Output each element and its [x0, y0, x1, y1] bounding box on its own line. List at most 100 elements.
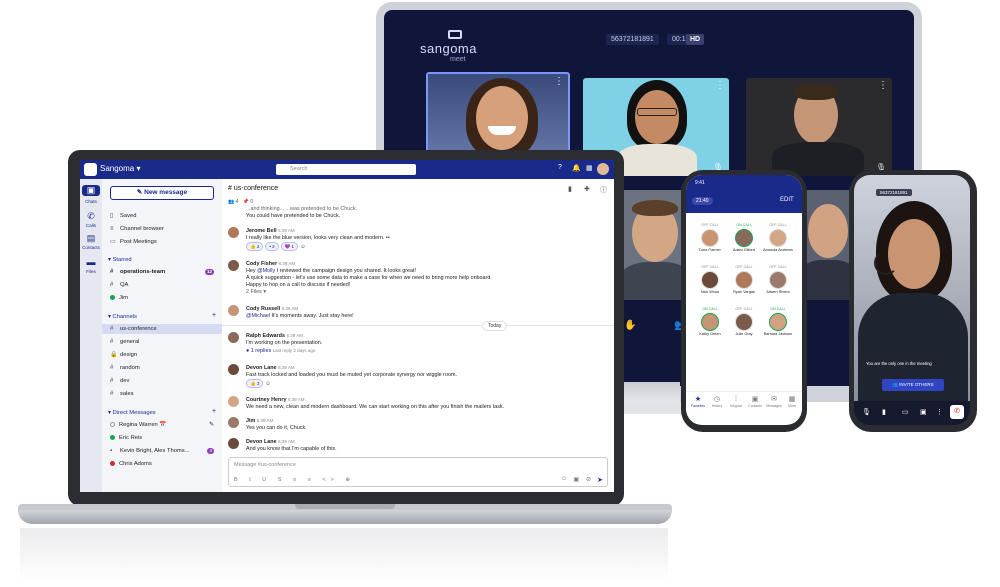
avatar[interactable]: [228, 332, 239, 343]
info-icon[interactable]: ⓘ: [600, 185, 607, 195]
avatar[interactable]: [228, 260, 239, 271]
avatar[interactable]: [597, 163, 609, 175]
mention[interactable]: @Molly: [257, 268, 275, 274]
reaction[interactable]: 👍 3: [246, 379, 264, 388]
tile-more-icon[interactable]: ⋮: [878, 80, 888, 91]
avatar[interactable]: [228, 417, 239, 428]
send-icon[interactable]: ➤: [597, 476, 603, 484]
section-starred[interactable]: ▾ Starred: [108, 255, 132, 265]
sidebar-item-post-meetings[interactable]: ▭ Post Meetings: [110, 237, 218, 247]
call-timer-chip[interactable]: 21:40: [692, 197, 713, 205]
avatar[interactable]: [228, 227, 239, 238]
screen-share-icon[interactable]: ▣: [920, 408, 927, 416]
contact-card[interactable]: ON CALL Barbara Jackson: [763, 307, 793, 336]
add-member-icon[interactable]: ✚: [584, 185, 590, 193]
edit-button[interactable]: EDIT: [780, 197, 794, 203]
sidebar-item-general[interactable]: # general: [110, 337, 218, 347]
sidebar-item-qa[interactable]: # QA: [110, 280, 218, 290]
tab-more[interactable]: ▦ More: [782, 395, 802, 408]
sidebar-item-channel-browser[interactable]: ≡ Channel browser: [110, 224, 218, 234]
contact-card[interactable]: ON CALL Adam Gilbert: [729, 223, 759, 252]
author-name[interactable]: Jerome Bell: [246, 228, 277, 234]
contact-card[interactable]: OFF CALL Amanda Andrews: [763, 223, 793, 252]
help-icon[interactable]: ?: [558, 164, 562, 171]
reaction[interactable]: 💜 1: [280, 242, 299, 251]
contact-card[interactable]: OFF CALL Nick Wood: [695, 265, 725, 294]
contact-card[interactable]: OFF CALL Julie Gray: [729, 307, 759, 336]
sidebar-item-chris-adoms[interactable]: Chris Adoms: [110, 459, 218, 469]
tab-messages[interactable]: ✉ Messages: [764, 395, 784, 408]
message-composer[interactable]: Message #us-conference B I U S ≡ ≡ <> ⊕ …: [228, 457, 608, 487]
avatar[interactable]: [228, 305, 239, 316]
sidebar-item-sales[interactable]: # sales: [110, 389, 218, 399]
author-name[interactable]: Devon Lane: [246, 365, 277, 371]
author-name[interactable]: Cody Fisher: [246, 261, 277, 267]
chat-icon[interactable]: ▭: [902, 408, 909, 416]
sidebar-item-jim[interactable]: Jim: [110, 293, 218, 303]
rail-item-calls[interactable]: ✆: [82, 211, 100, 222]
apps-icon[interactable]: ▦: [586, 164, 593, 172]
bell-icon[interactable]: 🔔: [572, 164, 581, 172]
sidebar-item-saved[interactable]: ▯ Saved: [110, 211, 218, 221]
tab-history[interactable]: ◷ History: [707, 395, 727, 408]
members-icon[interactable]: 👥: [228, 199, 234, 205]
new-message-button[interactable]: ✎ New message: [110, 186, 214, 200]
add-channel-icon[interactable]: +: [212, 312, 216, 319]
workspace-switcher[interactable]: Sangoma ▾: [100, 164, 141, 173]
author-name[interactable]: Devon Lane: [246, 439, 277, 445]
rail-item-contacts[interactable]: ▤: [82, 233, 100, 244]
sidebar-item-dev[interactable]: # dev: [110, 376, 218, 386]
end-call-button[interactable]: ✆: [950, 405, 964, 419]
gif-icon[interactable]: ▣: [573, 476, 579, 483]
section-channels[interactable]: ▾ Channels: [108, 312, 137, 322]
tile-more-icon[interactable]: ⋮: [715, 80, 725, 91]
section-direct-messages[interactable]: ▾ Direct Messages: [108, 408, 156, 418]
tab-keypad[interactable]: ⁞ Keypad: [726, 395, 746, 408]
tab-favorites[interactable]: ★ Favorites: [688, 395, 708, 408]
mention[interactable]: @Michael: [246, 313, 270, 319]
hand-raise-icon[interactable]: ✋: [624, 320, 636, 331]
edit-icon[interactable]: ✎: [209, 420, 214, 430]
sidebar-item-kevin-bright-group[interactable]: ▪ Kevin Bright, Alex Thoms... 3: [110, 446, 218, 456]
author-name[interactable]: Courtney Henry: [246, 397, 286, 403]
contact-card[interactable]: OFF CALL Ryan Vargas: [729, 265, 759, 294]
avatar[interactable]: [228, 438, 239, 449]
tab-contacts[interactable]: ▣ Contacts: [745, 395, 765, 408]
add-dm-icon[interactable]: +: [212, 408, 216, 415]
reaction[interactable]: 👍 2: [246, 242, 264, 251]
sidebar-item-eric-reis[interactable]: Eric Reis: [110, 433, 218, 443]
invite-others-button[interactable]: 👥 INVITE OTHERS: [882, 379, 944, 391]
add-reaction-icon[interactable]: ☺: [300, 244, 306, 250]
sidebar-item-operations-team[interactable]: # operations-team 12: [110, 267, 218, 277]
reaction[interactable]: • 2: [265, 242, 279, 251]
video-call-icon[interactable]: ▮: [568, 185, 572, 193]
search-input[interactable]: Search: [276, 164, 416, 175]
avatar[interactable]: [228, 364, 239, 375]
author-name[interactable]: Jim: [246, 418, 255, 424]
emoji-icon[interactable]: ☺: [561, 476, 567, 482]
contact-card[interactable]: OFF CALL Dora Parmer: [695, 223, 725, 252]
contact-card[interactable]: OFF CALL Allwen Rivera: [763, 265, 793, 294]
mic-icon[interactable]: 🎙: [862, 408, 871, 416]
more-icon[interactable]: ⋮: [936, 408, 943, 416]
rail-item-files[interactable]: ▬: [82, 257, 100, 268]
pin-icon[interactable]: 📌: [243, 199, 249, 205]
sidebar-item-regina-warren[interactable]: Regina Warren 📅 ✎: [110, 420, 218, 430]
thread-replies[interactable]: ● 1 replies: [246, 348, 271, 354]
sidebar-item-design[interactable]: 🔒 design: [110, 350, 218, 360]
formatting-toolbar[interactable]: B I U S ≡ ≡ <> ⊕: [234, 477, 355, 483]
file-attachments[interactable]: 2 Files: [246, 289, 262, 295]
add-reaction-icon[interactable]: ☺: [265, 381, 271, 387]
attach-icon[interactable]: ⊘: [586, 476, 591, 483]
sidebar-item-us-conference[interactable]: # us-conference: [102, 324, 222, 334]
tile-more-icon[interactable]: ⋮: [554, 76, 564, 87]
avatar[interactable]: [228, 396, 239, 407]
author-name[interactable]: Ralph Edwards: [246, 333, 285, 339]
video-tile-3[interactable]: ⋮ 🎙: [746, 78, 892, 176]
rail-item-chats[interactable]: ▣: [82, 185, 100, 196]
sidebar-item-random[interactable]: # random: [110, 363, 218, 373]
contact-card[interactable]: ON CALL Kathy Green: [695, 307, 725, 336]
camera-icon[interactable]: ▮: [882, 408, 886, 416]
author-name[interactable]: Cody Russell: [246, 306, 280, 312]
hd-badge[interactable]: HD: [686, 34, 705, 45]
